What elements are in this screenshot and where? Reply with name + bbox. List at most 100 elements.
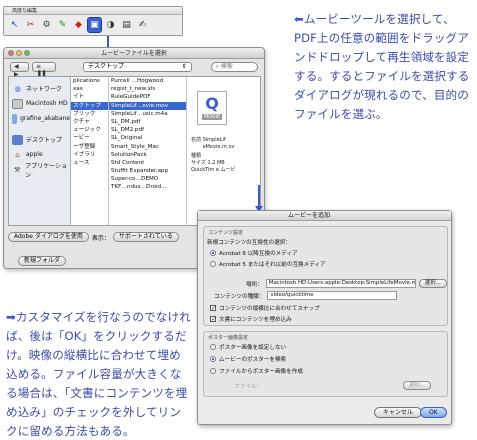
list-item[interactable]: ュース [71,159,108,167]
list-item[interactable]: xas [71,85,108,93]
file-preview: Q MOVIE 名前 SimpleLif eMovie.m ov 種類 サイズ … [187,77,260,225]
sidebar-item-applications[interactable]: ⚒ アプリケーション [9,162,70,179]
list-item[interactable]: plications [71,77,108,85]
sidebar-item-desktop[interactable]: デスクトップ [9,132,70,147]
cursor-icon[interactable]: ↖ [8,18,21,32]
list-item[interactable]: Std Content [109,159,186,167]
view-mode-buttons[interactable]: ≡ ▐▐ [31,62,56,78]
sidebar-item-macintosh-hd[interactable]: Macintosh HD [9,96,70,111]
window-controls [8,50,30,56]
crop-icon[interactable]: ✂ [24,18,37,32]
list-item[interactable]: SL_Original [109,134,186,142]
ok-button[interactable]: OK [420,407,447,418]
preview-size-value: 1.2 MB [207,160,225,166]
radio-selected[interactable] [210,356,216,362]
content-type-popup[interactable]: video/quicktime [267,291,398,300]
form-icon[interactable]: ▤ [120,18,133,32]
sidebar-item-label: アプリケーション [25,162,68,179]
home-icon: ⌂ [15,150,20,159]
compat-option-label: Acrobat 6 以降互換のメディア [219,251,298,257]
poster-group-title: ポスター画像設定 [208,335,249,341]
new-folder-button[interactable]: 新規フォルダ [18,256,67,266]
location-row: 場所： Macintosh HD:Users:apple:Desktop:Sim… [246,279,447,288]
sidebar-item-network[interactable]: ◍ ネットワーク [9,81,70,96]
list-item[interactable]: SimpleLif…usic.m4a [109,110,186,118]
back-forward-buttons[interactable]: ◀ ▶ [10,62,29,78]
list-item[interactable]: ーザ登録 [71,143,108,151]
preview-kind-value: QuickTim e ムービ [191,167,236,173]
file-browse-button[interactable]: 選択... [402,381,431,390]
preview-name-label: 名前 [191,137,202,143]
stamp-icon[interactable]: ⚙ [40,18,53,32]
dialog-sidebar: ◍ ネットワーク Macintosh HD grafine_akabane デス… [9,77,71,225]
sign-icon[interactable]: ✎ [56,18,69,32]
list-item[interactable]: regist_t_new.xls [109,85,186,93]
minimize-button[interactable] [16,50,22,56]
embed-checkbox-row[interactable]: ✓ 文書にコンテンツを埋め込み [210,315,292,323]
compat-option-acrobat5[interactable]: Acrobat 5 またはそれ以前の互換メディア [210,260,326,268]
format-popup[interactable]: サポートされている [112,232,179,242]
sound-icon[interactable]: ◑ [104,18,117,32]
preview-kind-label: 種類 [191,153,202,159]
list-item[interactable]: ービー [71,134,108,142]
compat-option-acrobat6[interactable]: Acrobat 6 以降互換のメディア [210,249,298,257]
movie-tool-icon[interactable]: ▣ [87,17,102,33]
hard-disk-icon [12,98,23,109]
list-item[interactable]: ュージック [71,126,108,134]
poster-file-row: ファイル： 選択... [234,381,431,390]
poster-option-file[interactable]: ファイルからポスター画像を作成 [210,367,303,375]
list-item[interactable]: Purcell …Hogwood [109,77,186,85]
embed-checkbox[interactable]: ✓ [210,316,216,323]
location-field[interactable]: Macintosh HD:Users:apple:Desktop:SimpleL… [265,279,416,288]
list-item[interactable]: SL_DM.pdf [109,118,186,126]
poster-settings-group: ポスター画像設定 ポスター画像を設定しない ムービーのポスターを検索 ファイルか… [203,331,448,397]
instruction-text-bottom: ➡カスタマイズを行なうのでなければ、後は「OK」をクリックするだけ。映像の縦横比… [6,308,192,440]
dialog-nav-row: ◀ ▶ ≡ ▐▐ デスクトップ ⇕ ⌕ 検索 [4,59,264,78]
list-item[interactable]: クチャ [71,118,108,126]
search-icon: ⌕ [215,63,219,70]
list-item[interactable]: イト [71,93,108,101]
list-item[interactable]: TKF…ndus…Droid… [109,183,186,191]
radio-selected[interactable] [210,250,216,256]
zoom-button[interactable] [24,50,30,56]
browser-column-1: plications xas イト スクトップ ブリック クチャ ュージック ービー ーザ登録イ… [71,77,109,225]
sidebar-item-user[interactable]: grafine_akabane [9,111,70,126]
snap-checkbox-row[interactable]: ✓ コンテンツの縦横比に合わせてスナップ [210,304,320,312]
location-popup[interactable]: デスクトップ ⇕ [82,62,192,72]
poster-option-label: ファイルからポスター画像を作成 [219,369,303,375]
options-title: ムービーを追加 [288,212,331,219]
poster-option-search[interactable]: ムービーのポスターを検索 [210,355,286,363]
list-item[interactable]: SL_DM2.pdf [109,126,186,134]
poster-option-label: ポスター画像を設定しない [219,345,287,351]
quicktime-movie-icon: Q MOVIE [197,91,227,125]
radio-unselected[interactable] [210,368,216,374]
list-item[interactable]: Super-co…DEMO [109,175,186,183]
search-field[interactable]: ⌕ 検索 [210,62,258,72]
list-item[interactable]: スクトップ [71,101,108,110]
list-item[interactable]: ブリック [71,110,108,118]
poster-option-none[interactable]: ポスター画像を設定しない [210,343,286,351]
type-row: コンテンツの種類： video/quicktime [214,291,398,300]
list-item[interactable]: Smart_Style_Mac [109,143,186,151]
preview-name-value: SimpleLif eMovie.m ov [202,137,235,150]
embed-checkbox-label: 文書にコンテンツを埋め込み [219,317,292,323]
radio-unselected[interactable] [210,261,216,267]
dialog-bottom-row: Adobe ダイアログを使用 表示： サポートされている [8,232,179,242]
radio-unselected[interactable] [210,344,216,350]
field-icon[interactable]: ✍ [136,18,149,32]
snap-checkbox[interactable]: ✓ [210,305,216,312]
list-item[interactable]: Stuffit Expander.app [109,167,186,175]
close-button[interactable] [8,50,14,56]
list-item[interactable]: イブラリ [71,151,108,159]
dialog-titlebar: ムービーファイルを選択 [4,48,264,59]
browser-column-2: Purcell …Hogwood regist_t_new.xls RuleGuid… [109,77,187,225]
options-titlebar: ムービーを追加 [198,211,451,221]
adobe-dialog-button[interactable]: Adobe ダイアログを使用 [8,232,89,242]
link-icon[interactable]: ◆ [72,18,85,32]
sidebar-item-label: ネットワーク [26,86,63,93]
list-item[interactable]: RuleGuidePDF [109,93,186,101]
cancel-button[interactable]: キャンセル [374,407,423,418]
list-item[interactable]: SimpleLif…ovie.mov [109,101,186,110]
list-item[interactable]: SolutionPack [109,151,186,159]
browse-button[interactable]: 選択... [418,279,447,288]
